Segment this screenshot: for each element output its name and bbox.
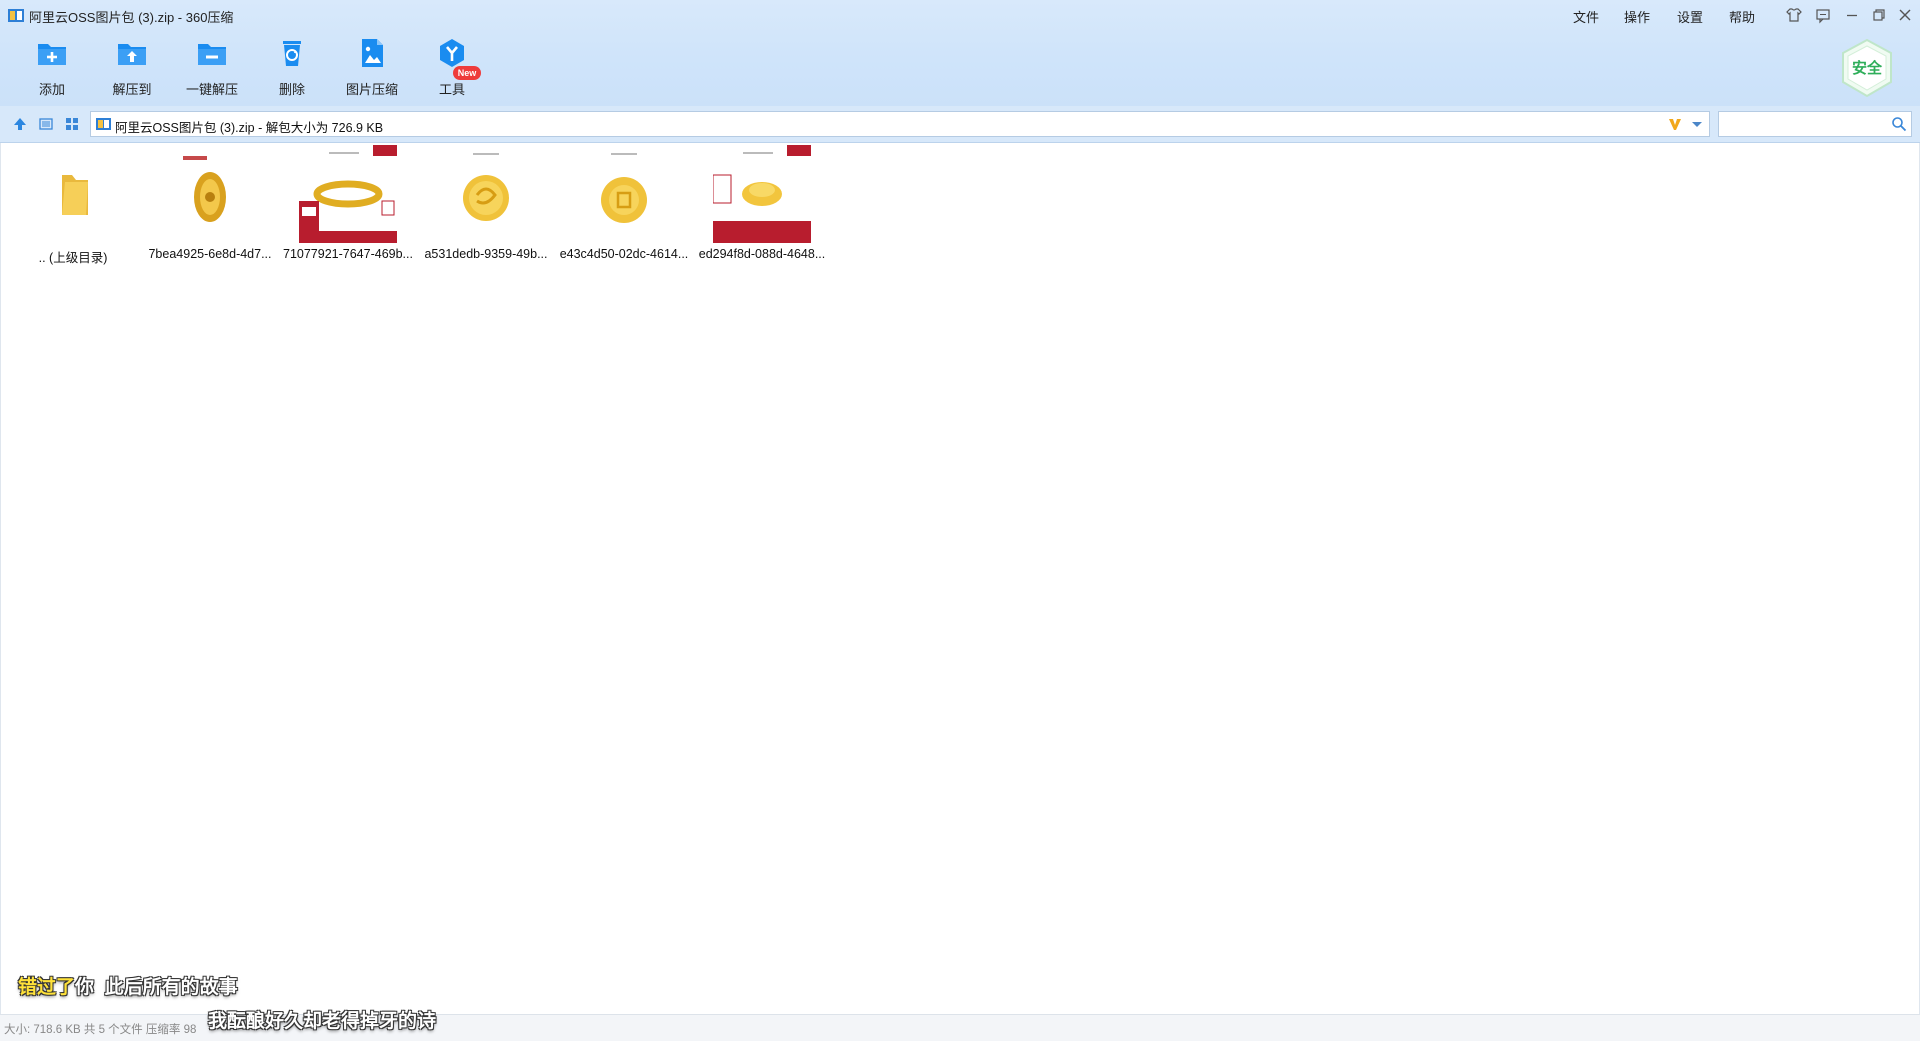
add-folder-icon [35, 36, 69, 70]
address-path: 阿里云OSS图片包 (3).zip - 解包大小为 726.9 KB [115, 121, 384, 135]
delete-icon [275, 36, 309, 70]
subtitle-line-1: 错过了你 此后所有的故事 [18, 972, 238, 999]
tools-label: 工具 [438, 82, 465, 97]
address-bar[interactable]: 阿里云OSS图片包 (3).zip - 解包大小为 726.9 KB [90, 111, 1710, 137]
subtitle-rest: 你 此后所有的故事 [75, 977, 238, 998]
window-title: 阿里云OSS图片包 (3).zip - 360压缩 [29, 10, 234, 25]
new-badge: New [453, 66, 481, 80]
up-arrow-icon[interactable] [11, 115, 29, 133]
safe-label: 安全 [1851, 60, 1882, 77]
feedback-icon[interactable] [1814, 6, 1832, 24]
extract-to-label: 解压到 [112, 82, 152, 97]
delete-label: 删除 [278, 82, 305, 97]
navigation-bar: 阿里云OSS图片包 (3).zip - 解包大小为 726.9 KB [0, 106, 1920, 143]
file-item-image[interactable]: 71077921-7647-469b... [279, 143, 417, 268]
menu-file[interactable]: 文件 [1573, 7, 1599, 26]
toolbar: 添加 解压到 一键解压 删除 图片压缩 工具 New [0, 34, 1920, 100]
close-icon[interactable] [1896, 6, 1914, 24]
file-name: 7bea4925-6e8d-4d7... [148, 247, 272, 261]
file-item-image[interactable]: a531dedb-9359-49b... [417, 143, 555, 268]
archive-icon [96, 118, 111, 130]
archive-icon [8, 9, 24, 22]
delete-button[interactable]: 删除 [252, 36, 332, 100]
verified-v-icon[interactable] [1667, 116, 1683, 132]
safe-badge[interactable]: 安全 [1840, 38, 1894, 98]
tools-button[interactable]: 工具 [412, 36, 492, 100]
image-compress-label: 图片压缩 [345, 82, 398, 97]
folder-icon [24, 145, 122, 243]
file-list[interactable]: .. (上级目录) 7bea4925-6e8d-4d7... 71077921-… [0, 143, 1920, 1014]
subtitle-highlight: 错过了 [18, 977, 76, 998]
status-text: 大小: 718.6 KB 共 5 个文件 压缩率 98 [4, 1024, 197, 1036]
file-item-parent[interactable]: .. (上级目录) [4, 143, 142, 268]
list-view-icon[interactable] [37, 115, 55, 133]
extract-to-icon [115, 36, 149, 70]
menu-settings[interactable]: 设置 [1677, 7, 1703, 26]
subtitle-line-2: 我酝酿好久却老得掉牙的诗 [208, 1011, 437, 1032]
file-name: ed294f8d-088d-4648... [698, 247, 826, 261]
skin-icon[interactable] [1785, 6, 1803, 24]
file-item-image[interactable]: 7bea4925-6e8d-4d7... [141, 143, 279, 268]
image-thumbnail-icon [575, 145, 673, 243]
menu-operate[interactable]: 操作 [1624, 7, 1650, 26]
file-item-image[interactable]: e43c4d50-02dc-4614... [555, 143, 693, 268]
one-click-extract-button[interactable]: 一键解压 [172, 36, 252, 100]
tools-icon [435, 36, 469, 70]
image-thumbnail-icon [713, 145, 811, 243]
search-input[interactable] [1723, 114, 1887, 136]
add-button[interactable]: 添加 [12, 36, 92, 100]
extract-to-button[interactable]: 解压到 [92, 36, 172, 100]
file-name: e43c4d50-02dc-4614... [559, 247, 689, 261]
image-thumbnail-icon [161, 145, 259, 243]
menu-help[interactable]: 帮助 [1729, 7, 1755, 26]
search-icon[interactable] [1891, 116, 1907, 132]
top-band: 阿里云OSS图片包 (3).zip - 360压缩 文件 操作 设置 帮助 添加 [0, 0, 1920, 107]
chevron-down-icon[interactable] [1689, 116, 1705, 132]
one-click-extract-label: 一键解压 [185, 82, 238, 97]
title-bar: 阿里云OSS图片包 (3).zip - 360压缩 文件 操作 设置 帮助 [0, 0, 1920, 30]
image-compress-button[interactable]: 图片压缩 [332, 36, 412, 100]
file-name: .. (上级目录) [38, 251, 108, 265]
file-name: 71077921-7647-469b... [283, 247, 413, 261]
image-thumbnail-icon [437, 145, 535, 243]
image-thumbnail-icon [299, 145, 397, 243]
one-click-extract-icon [195, 36, 229, 70]
restore-icon[interactable] [1870, 6, 1888, 24]
image-compress-icon [355, 36, 389, 70]
search-box[interactable] [1718, 111, 1912, 137]
file-item-image[interactable]: ed294f8d-088d-4648... [693, 143, 831, 268]
minimize-icon[interactable] [1843, 6, 1861, 24]
add-label: 添加 [38, 82, 65, 97]
grid-view-icon[interactable] [63, 115, 81, 133]
file-name: a531dedb-9359-49b... [424, 247, 548, 261]
